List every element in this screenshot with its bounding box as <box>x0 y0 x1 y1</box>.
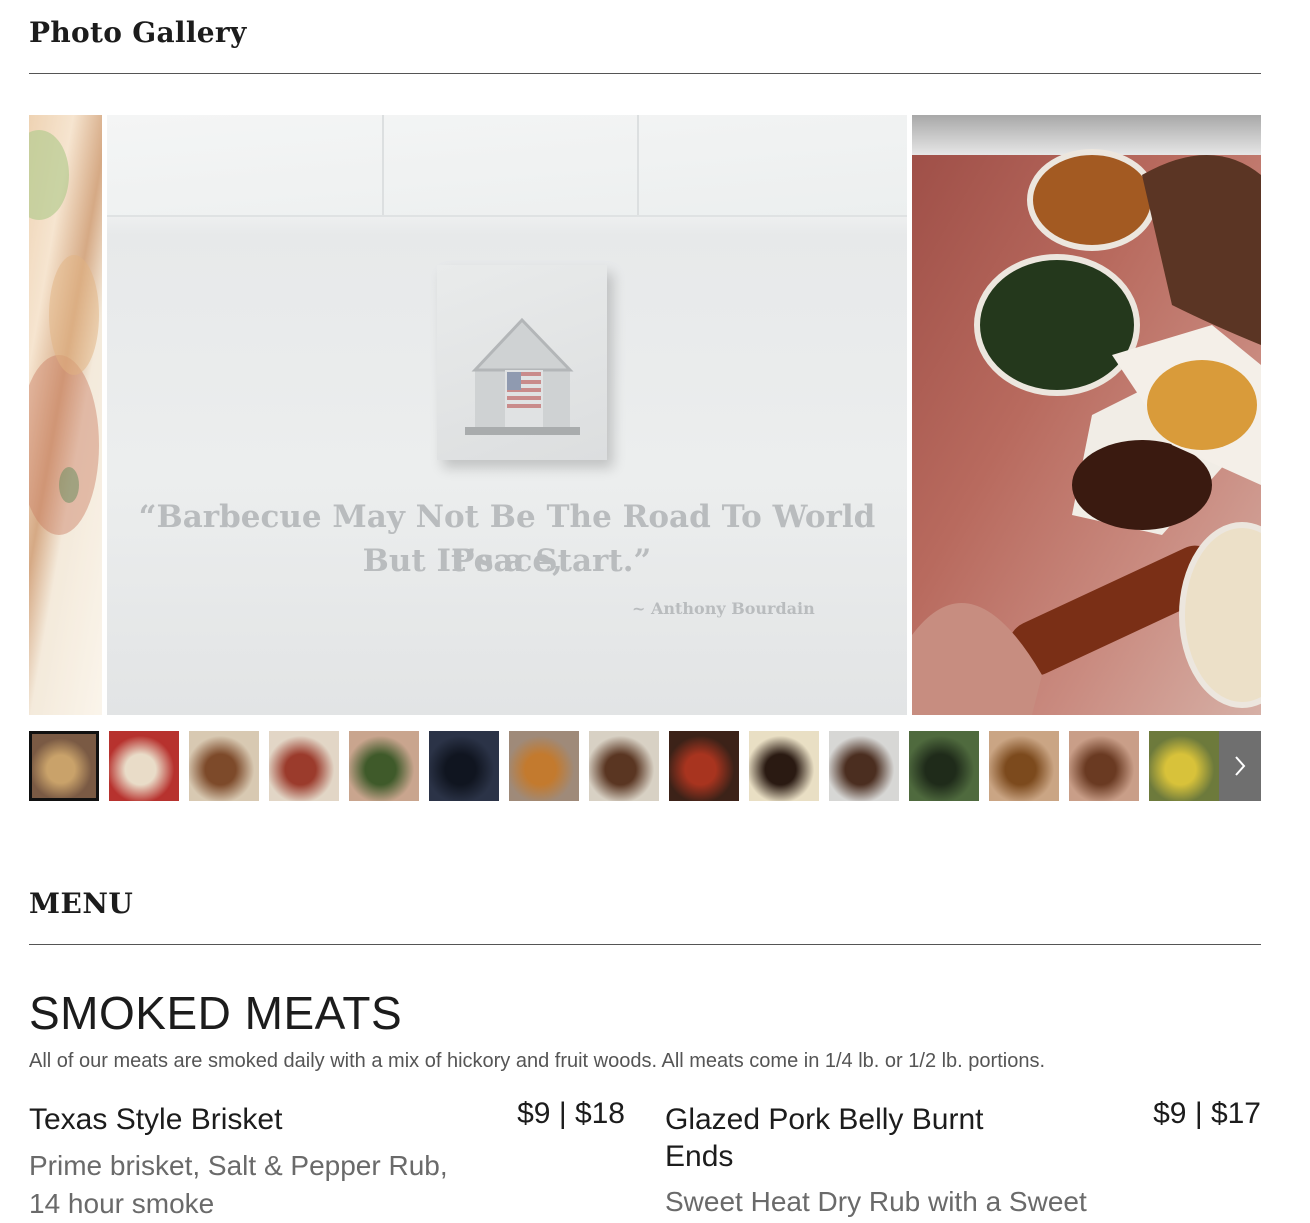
quote-attribution: ~ Anthony Bourdain <box>632 599 815 618</box>
category-description: All of our meats are smoked daily with a… <box>29 1050 1046 1072</box>
divider <box>29 73 1261 74</box>
barn-canvas <box>437 265 607 460</box>
menu-item-description: Sweet Heat Dry Rub with a Sweet <box>665 1186 1087 1217</box>
gallery-thumbnail[interactable] <box>669 731 739 801</box>
menu-item-name: Glazed Pork Belly Burnt Ends <box>665 1103 984 1173</box>
gallery-thumbnail[interactable] <box>349 731 419 801</box>
menu-item-price: $9 | $18 <box>517 1097 625 1130</box>
menu-item-name: Texas Style Brisket <box>29 1103 283 1136</box>
quote-line-2: But It’s a Start.” <box>362 543 652 579</box>
gallery-thumbnail[interactable] <box>749 731 819 801</box>
gallery-thumbnail[interactable] <box>909 731 979 801</box>
divider <box>29 944 1261 945</box>
barn-flag-image <box>465 317 580 435</box>
chevron-right-icon <box>1235 756 1246 776</box>
menu-item-description: Prime brisket, Salt & Pepper Rub, 14 hou… <box>29 1150 448 1219</box>
ceiling <box>107 115 907 217</box>
gallery-thumbnail[interactable] <box>509 731 579 801</box>
thumbnail-strip <box>29 731 1261 801</box>
gallery-thumbnail[interactable] <box>29 731 99 801</box>
gallery-thumbnail[interactable] <box>109 731 179 801</box>
gallery-slideshow[interactable]: “Barbecue May Not Be The Road To World P… <box>29 115 1261 715</box>
menu-item-price: $9 | $17 <box>1153 1097 1261 1130</box>
gallery-thumbnail[interactable] <box>1149 731 1219 801</box>
slide-tacos[interactable] <box>29 115 102 715</box>
gallery-thumbnail[interactable] <box>189 731 259 801</box>
gallery-thumbnail[interactable] <box>589 731 659 801</box>
gallery-thumbnail[interactable] <box>989 731 1059 801</box>
slide-wall-quote[interactable]: “Barbecue May Not Be The Road To World P… <box>107 115 907 715</box>
gallery-thumbnail[interactable] <box>829 731 899 801</box>
menu-title: MENU <box>29 887 134 920</box>
gallery-thumbnail[interactable] <box>1069 731 1139 801</box>
gallery-thumbnail[interactable] <box>429 731 499 801</box>
slide-bbq-tray[interactable] <box>912 115 1261 715</box>
bbq-tray-image <box>912 149 1261 715</box>
gallery-thumbnail[interactable] <box>269 731 339 801</box>
gallery-title: Photo Gallery <box>29 16 247 49</box>
next-thumbnails-button[interactable] <box>1219 731 1261 801</box>
category-title: SMOKED MEATS <box>29 987 403 1039</box>
